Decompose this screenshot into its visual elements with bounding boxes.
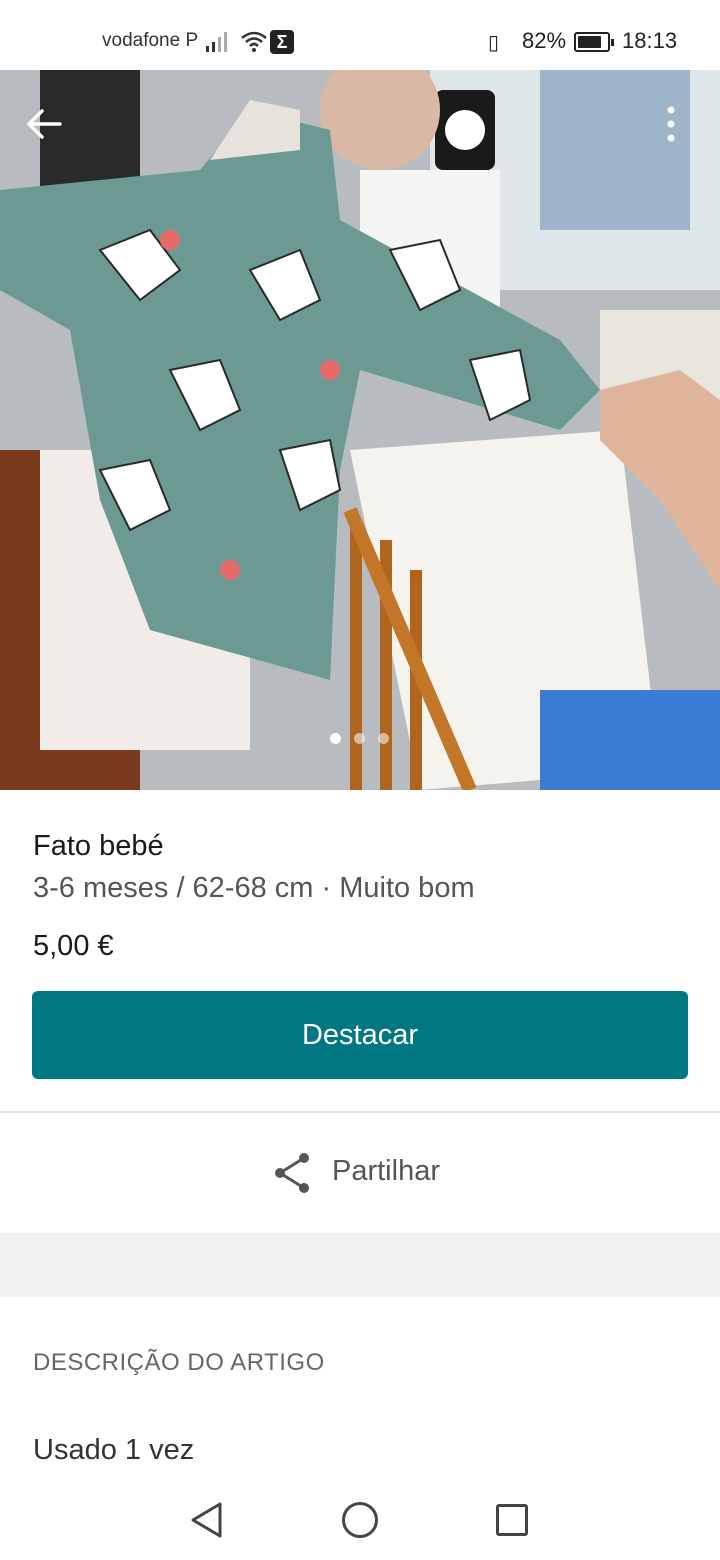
promote-button[interactable]: Destacar: [32, 991, 688, 1079]
battery-percent: 82%: [522, 28, 567, 53]
battery-icon: [574, 32, 614, 52]
wifi-icon: [241, 31, 267, 52]
description-text: Usado 1 vez: [33, 1434, 195, 1466]
gallery-dot: [378, 733, 389, 744]
nav-back-icon[interactable]: [188, 1500, 224, 1540]
gallery-dot: [354, 733, 365, 744]
sigma-app-icon: Σ: [270, 30, 294, 54]
nav-recents-icon[interactable]: [496, 1504, 528, 1536]
share-icon: [275, 1153, 309, 1193]
back-arrow-icon[interactable]: [22, 102, 66, 146]
item-photo-gallery[interactable]: [0, 70, 720, 790]
nav-home-icon[interactable]: [342, 1502, 378, 1538]
item-details: 3-6 meses / 62-68 cm · Muito bom: [33, 872, 475, 904]
status-bar: vodafone P Σ ▯ 82% 18:13: [0, 0, 720, 72]
gallery-page-indicator: [330, 733, 392, 745]
vibrate-icon: ▯: [488, 32, 500, 54]
system-navigation-bar: [0, 1480, 720, 1560]
description-heading: DESCRIÇÃO DO ARTIGO: [33, 1349, 325, 1376]
section-separator: [0, 1233, 720, 1297]
item-price: 5,00 €: [33, 930, 114, 962]
carrier-label: vodafone P: [102, 30, 199, 51]
signal-icon: [206, 30, 232, 52]
share-label: Partilhar: [332, 1155, 440, 1187]
share-button[interactable]: Partilhar: [0, 1113, 720, 1233]
item-title: Fato bebé: [33, 830, 164, 862]
clock: 18:13: [622, 28, 678, 53]
more-options-icon[interactable]: [658, 102, 684, 146]
gallery-dot: [330, 733, 341, 744]
item-photo: [0, 70, 720, 790]
